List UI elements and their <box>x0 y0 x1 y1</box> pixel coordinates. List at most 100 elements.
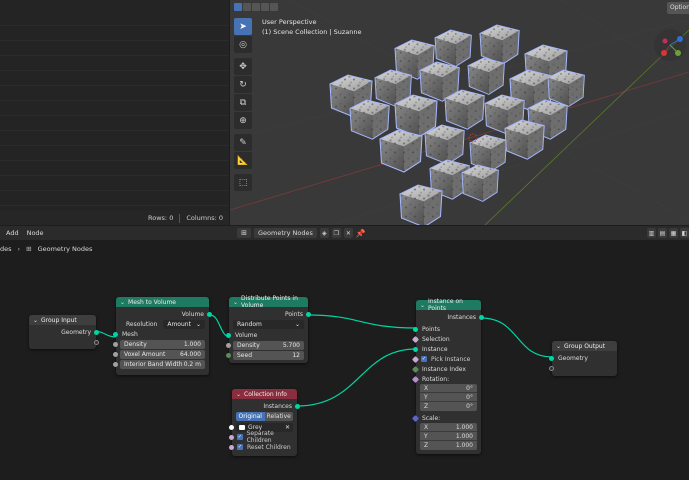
collapse-icon[interactable]: ⌄ <box>33 317 38 324</box>
checkbox-label: Reset Children <box>247 443 291 451</box>
node-mesh-to-volume[interactable]: ⌄ Mesh to Volume Volume Resolution Amoun… <box>113 297 212 375</box>
input-socket[interactable] <box>113 341 118 347</box>
seed-field[interactable]: Seed 12 <box>233 350 304 360</box>
transform-icon[interactable]: ⊕ <box>234 112 252 129</box>
annotate-icon[interactable]: ✎ <box>234 134 252 151</box>
mode-dropdown[interactable]: Random ⌄ <box>233 320 304 329</box>
field-value: 5.700 <box>282 341 300 349</box>
output-socket[interactable] <box>207 311 212 317</box>
socket-row: Instances <box>232 401 300 411</box>
node-tree-name[interactable]: Geometry Nodes <box>254 228 317 238</box>
node-header[interactable]: ⌄ Group Output <box>552 341 617 351</box>
shield-icon[interactable]: ◈ <box>319 228 329 238</box>
backdrop-icon[interactable]: ▦ <box>669 228 678 238</box>
rotate-icon[interactable]: ↻ <box>234 76 252 93</box>
density-field[interactable]: Density 1.000 <box>120 339 205 349</box>
scale-x-field[interactable]: X 1.000 <box>420 423 477 432</box>
node-distribute-points-in-volume[interactable]: ⌄ Distribute Points in Volume Points Ran… <box>226 295 311 363</box>
relative-button[interactable]: Relative <box>264 412 293 421</box>
node-header[interactable]: ⌄ Collection Info <box>232 389 297 399</box>
snap-icon[interactable]: ▥ <box>647 228 656 238</box>
node-header[interactable]: ⌄ Mesh to Volume <box>116 297 209 307</box>
select-mode-subtract-button[interactable] <box>252 3 260 11</box>
select-mode-intersect-button[interactable] <box>270 3 278 11</box>
rotation-x-field[interactable]: X 0° <box>420 384 477 393</box>
duplicate-icon[interactable]: ❐ <box>331 228 341 238</box>
sidebar-icon[interactable]: ◧ <box>680 228 689 238</box>
resolution-dropdown[interactable]: Amount ⌄ <box>163 319 205 329</box>
collapse-icon[interactable]: ⌄ <box>556 343 561 350</box>
menu-node[interactable]: Node <box>27 229 44 237</box>
output-socket[interactable] <box>479 314 484 320</box>
input-socket[interactable] <box>411 414 420 422</box>
dropdown-value: Random <box>237 321 262 328</box>
collapse-icon[interactable]: ⌄ <box>120 299 125 306</box>
move-icon[interactable]: ✥ <box>234 58 252 75</box>
node-instance-on-points[interactable]: ⌄ Instance on Points Instances Points Se… <box>411 298 484 454</box>
node-group-output[interactable]: ⌄ Group Output Geometry <box>549 341 617 376</box>
select-mode-difference-button[interactable] <box>261 3 269 11</box>
field-value: 0.2 m <box>183 360 201 368</box>
cursor-icon[interactable]: ◎ <box>234 36 252 53</box>
socket-label: Selection <box>422 335 450 343</box>
node-header[interactable]: ⌄ Instance on Points <box>416 298 481 312</box>
input-socket[interactable] <box>113 361 118 367</box>
input-socket[interactable] <box>411 375 420 383</box>
input-socket[interactable] <box>226 352 231 358</box>
reset-children-checkbox[interactable]: ✓ Reset Children <box>232 444 291 451</box>
input-socket[interactable] <box>226 342 231 348</box>
input-socket[interactable] <box>413 326 418 332</box>
axis-label: X <box>424 423 429 431</box>
scale-icon[interactable]: ⧉ <box>234 94 252 111</box>
select-box-icon[interactable]: ➤ <box>234 18 252 35</box>
3d-viewport[interactable]: Option User Perspective (1) Scene Collec… <box>230 0 689 225</box>
input-socket[interactable] <box>113 331 118 337</box>
scale-y-field[interactable]: Y 1.000 <box>420 432 477 441</box>
select-mode-extend-button[interactable] <box>243 3 251 11</box>
menu-add[interactable]: Add <box>6 229 19 237</box>
scale-z-field[interactable]: Z 1.000 <box>420 441 477 450</box>
input-socket[interactable] <box>411 365 420 373</box>
voxel-amount-field[interactable]: Voxel Amount 64.000 <box>120 349 205 359</box>
pin-icon[interactable]: 📌 <box>356 229 366 238</box>
input-socket[interactable] <box>113 351 118 357</box>
collapse-icon[interactable]: ⌄ <box>233 299 238 306</box>
breadcrumb-separator-icon: › <box>17 245 21 253</box>
field-label: Interior Band Width <box>124 360 183 368</box>
collapse-icon[interactable]: ⌄ <box>236 391 241 398</box>
output-socket[interactable] <box>295 403 300 409</box>
output-socket[interactable] <box>94 329 99 335</box>
node-header[interactable]: ⌄ Distribute Points in Volume <box>229 295 308 309</box>
original-button[interactable]: Original <box>236 412 265 421</box>
select-mode-new-button[interactable] <box>234 3 242 11</box>
input-socket[interactable] <box>411 335 420 343</box>
measure-icon[interactable]: 📐 <box>234 152 252 169</box>
rotation-y-field[interactable]: Y 0° <box>420 393 477 402</box>
density-field[interactable]: Density 5.700 <box>233 340 304 350</box>
node-group-input[interactable]: ⌄ Group Input Geometry <box>29 315 99 349</box>
input-socket[interactable] <box>229 444 234 450</box>
empty-input-socket[interactable] <box>549 365 554 371</box>
resolution-label: Resolution <box>126 320 158 328</box>
output-socket[interactable] <box>306 311 311 317</box>
node-tree-icon[interactable]: ⊞ <box>237 228 251 238</box>
link-instances-to-output <box>480 317 553 358</box>
field-value: 1.000 <box>455 442 473 449</box>
options-button[interactable]: Option <box>667 2 689 14</box>
input-socket[interactable] <box>549 355 554 361</box>
input-socket[interactable] <box>413 346 418 352</box>
rotation-z-field[interactable]: Z 0° <box>420 402 477 411</box>
input-socket[interactable] <box>229 424 234 430</box>
node-header[interactable]: ⌄ Group Input <box>29 315 96 325</box>
collapse-icon[interactable]: ⌄ <box>420 302 425 309</box>
interior-band-width-field[interactable]: Interior Band Width 0.2 m <box>120 359 205 369</box>
pick-instance-checkbox[interactable]: ✓ Pick Instance <box>416 356 470 363</box>
empty-output-socket[interactable] <box>94 339 99 345</box>
field-label: Density <box>237 341 260 349</box>
input-socket[interactable] <box>226 332 231 338</box>
input-socket[interactable] <box>229 434 234 440</box>
node-collection-info[interactable]: ⌄ Collection Info Instances Original Rel… <box>229 389 300 456</box>
overlay-icon[interactable]: ▤ <box>658 228 667 238</box>
add-cube-icon[interactable]: ⬚ <box>234 174 252 191</box>
close-icon[interactable]: ✕ <box>343 228 353 238</box>
